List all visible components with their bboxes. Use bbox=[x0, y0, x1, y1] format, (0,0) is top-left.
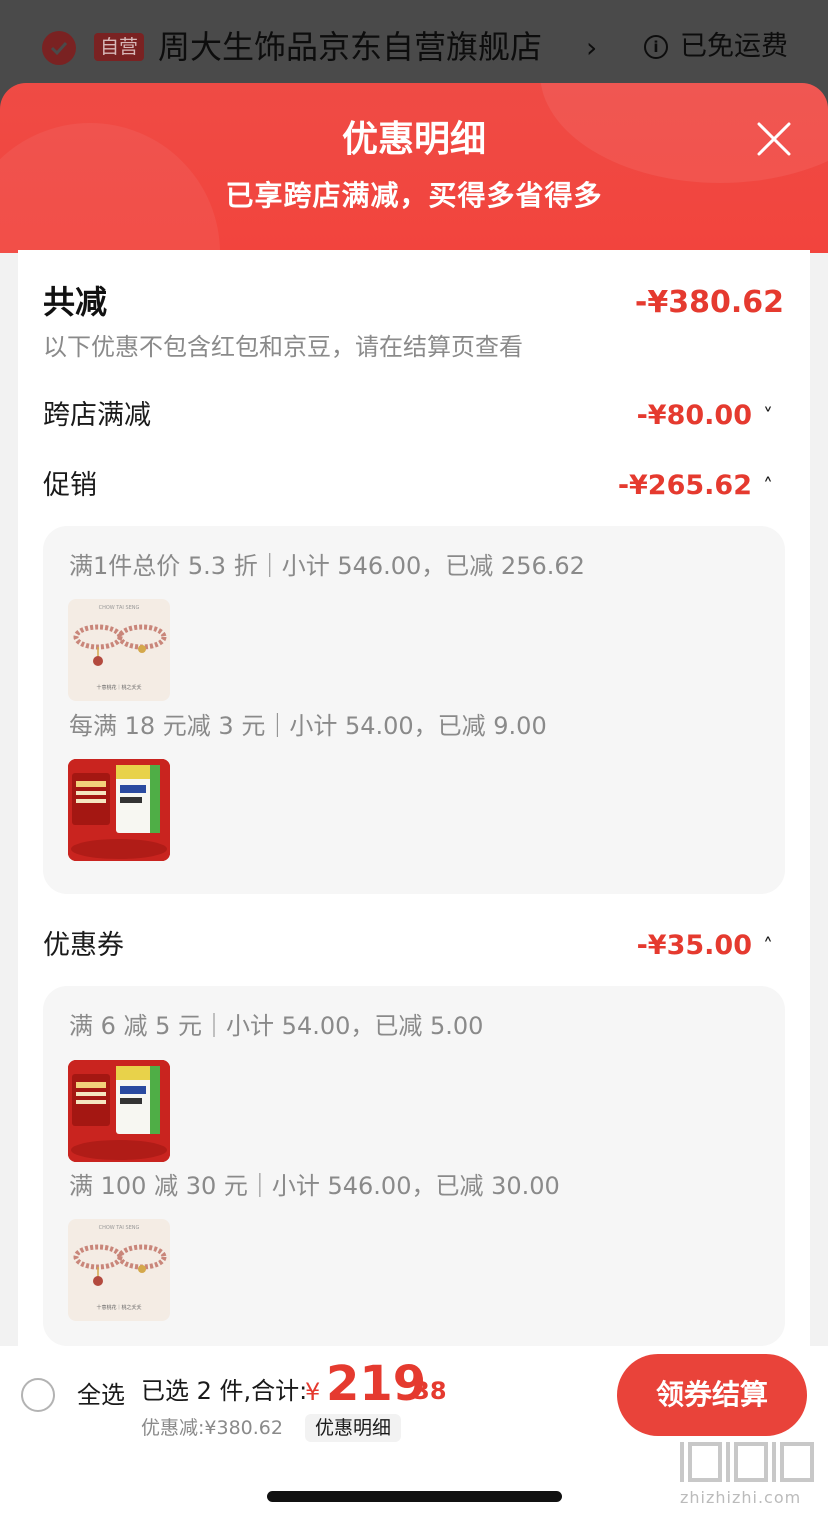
bracelet-product-image[interactable]: CHOW TAI SENG 十意桃花｜桃之夭夭 bbox=[68, 599, 170, 701]
section-cross-store-amount[interactable]: -¥80.00 bbox=[637, 397, 752, 435]
bracelet-product-image[interactable]: CHOW TAI SENG 十意桃花｜桃之夭夭 bbox=[68, 1219, 170, 1321]
home-indicator[interactable] bbox=[267, 1491, 562, 1502]
probiotic-product-image[interactable] bbox=[68, 1060, 170, 1162]
discount-note: 以下优惠不包含红包和京豆，请在结算页查看 bbox=[43, 333, 523, 361]
coupon-detail-box: 满 6 减 5 元｜小计 54.00，已减 5.00 满 100 减 30 元｜… bbox=[43, 986, 785, 1346]
shipping-info-icon[interactable]: i bbox=[644, 35, 668, 59]
store-name[interactable]: 周大生饰品京东自营旗舰店 bbox=[158, 26, 542, 68]
total-discount-title: 共减 bbox=[43, 283, 108, 321]
total-price-decimal: .38 bbox=[404, 1377, 447, 1405]
select-all-radio[interactable] bbox=[21, 1378, 55, 1412]
selected-count-text: 已选 2 件,合计: bbox=[141, 1377, 308, 1405]
store-select-check-icon[interactable] bbox=[42, 31, 76, 65]
promotion-rule-text: 满1件总价 5.3 折｜小计 546.00，已减 256.62 bbox=[69, 552, 585, 580]
promotion-detail-box: 满1件总价 5.3 折｜小计 546.00，已减 256.62 CHOW TAI… bbox=[43, 526, 785, 894]
store-chevron-right-icon[interactable]: › bbox=[586, 30, 597, 66]
section-coupon-label[interactable]: 优惠券 bbox=[43, 927, 124, 965]
chevron-up-icon[interactable]: ˄ bbox=[758, 467, 778, 505]
select-all-label[interactable]: 全选 bbox=[77, 1376, 125, 1414]
section-promotion-amount[interactable]: -¥265.62 bbox=[618, 467, 752, 505]
discount-total-text: 优惠减:¥380.62 bbox=[141, 1417, 283, 1439]
discount-sheet-header bbox=[0, 83, 828, 253]
total-discount-amount: -¥380.62 bbox=[634, 285, 784, 320]
promotion-rule-text: 每满 18 元减 3 元｜小计 54.00，已减 9.00 bbox=[69, 712, 547, 740]
watermark-text: zhizhizhi.com bbox=[680, 1488, 802, 1507]
self-operated-badge: 自营 bbox=[94, 33, 145, 61]
section-coupon-amount[interactable]: -¥35.00 bbox=[637, 927, 752, 965]
sheet-title: 优惠明细 bbox=[341, 119, 486, 160]
section-cross-store-label[interactable]: 跨店满减 bbox=[43, 397, 151, 435]
section-promotion-label[interactable]: 促销 bbox=[43, 467, 97, 505]
sheet-subtitle: 已享跨店满减，买得多省得多 bbox=[225, 179, 603, 212]
total-price-currency: ¥ bbox=[305, 1378, 321, 1406]
close-icon[interactable] bbox=[756, 121, 792, 157]
probiotic-product-image[interactable] bbox=[68, 759, 170, 861]
coupon-rule-text: 满 100 减 30 元｜小计 546.00，已减 30.00 bbox=[69, 1172, 560, 1200]
coupon-rule-text: 满 6 减 5 元｜小计 54.00，已减 5.00 bbox=[69, 1012, 484, 1040]
shipping-status: 已免运费 bbox=[680, 31, 788, 62]
chevron-up-icon[interactable]: ˄ bbox=[758, 927, 778, 965]
discount-detail-chip[interactable]: 优惠明细 bbox=[305, 1414, 402, 1442]
checkout-button[interactable]: 领券结算 bbox=[617, 1354, 807, 1436]
watermark-logo-icon bbox=[680, 1442, 814, 1482]
chevron-down-icon[interactable]: ˅ bbox=[758, 397, 778, 435]
